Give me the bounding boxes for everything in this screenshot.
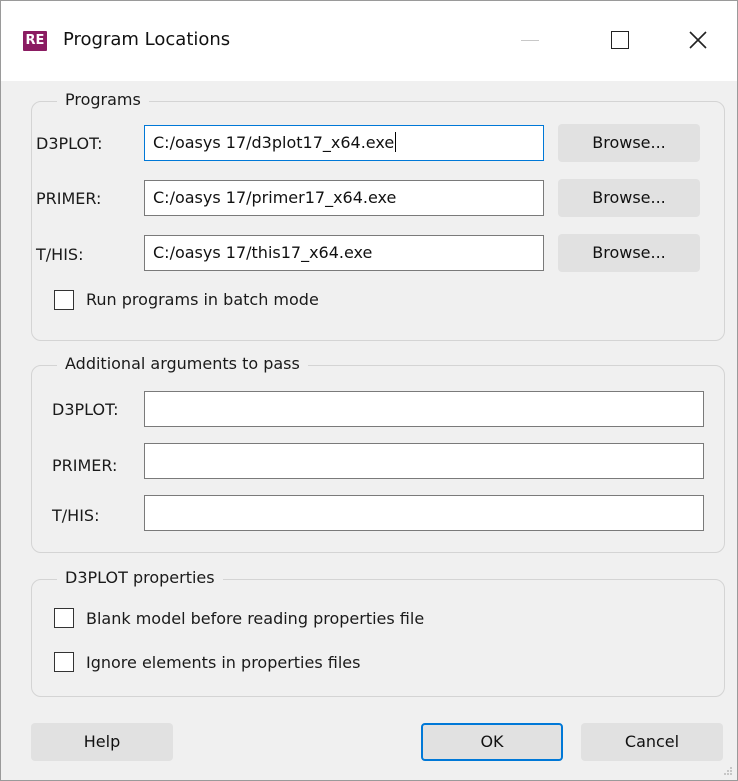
programs-legend: Programs xyxy=(57,90,149,109)
app-logo-icon: RE xyxy=(23,31,47,51)
resize-grip-icon[interactable] xyxy=(723,766,733,776)
d3plot-browse-button[interactable]: Browse... xyxy=(558,124,700,162)
d3plot-properties-group: D3PLOT properties Blank model before rea… xyxy=(31,568,725,697)
arguments-group: Additional arguments to pass D3PLOT: PRI… xyxy=(31,354,725,553)
d3plot-args-label: D3PLOT: xyxy=(52,400,119,419)
this-label: T/HIS: xyxy=(36,245,84,264)
d3plot-args-input[interactable] xyxy=(144,391,704,427)
title-bar[interactable]: RE Program Locations xyxy=(1,1,737,81)
this-path-value: C:/oasys 17/this17_x64.exe xyxy=(153,243,373,262)
primer-args-label: PRIMER: xyxy=(52,456,118,475)
ignore-elements-label[interactable]: Ignore elements in properties files xyxy=(86,653,360,672)
minimize-icon[interactable] xyxy=(507,23,553,57)
d3plot-properties-legend: D3PLOT properties xyxy=(57,568,223,587)
blank-model-label[interactable]: Blank model before reading properties fi… xyxy=(86,609,424,628)
this-args-label: T/HIS: xyxy=(52,506,100,525)
primer-label: PRIMER: xyxy=(36,189,102,208)
this-path-input[interactable]: C:/oasys 17/this17_x64.exe xyxy=(144,235,544,271)
help-button[interactable]: Help xyxy=(31,723,173,761)
program-locations-dialog: RE Program Locations Programs D3PLOT: C:… xyxy=(0,0,738,781)
programs-group: Programs D3PLOT: C:/oasys 17/d3plot17_x6… xyxy=(31,90,725,341)
d3plot-path-input[interactable]: C:/oasys 17/d3plot17_x64.exe xyxy=(144,125,544,161)
batch-mode-checkbox[interactable] xyxy=(54,290,74,310)
this-args-input[interactable] xyxy=(144,495,704,531)
cancel-button[interactable]: Cancel xyxy=(581,723,723,761)
text-caret xyxy=(395,132,397,152)
window-title: Program Locations xyxy=(63,29,231,50)
ok-button[interactable]: OK xyxy=(421,723,563,761)
d3plot-path-value: C:/oasys 17/d3plot17_x64.exe xyxy=(153,133,395,152)
batch-mode-label[interactable]: Run programs in batch mode xyxy=(86,290,319,309)
primer-path-input[interactable]: C:/oasys 17/primer17_x64.exe xyxy=(144,180,544,216)
primer-args-input[interactable] xyxy=(144,443,704,479)
primer-browse-button[interactable]: Browse... xyxy=(558,179,700,217)
close-icon[interactable] xyxy=(675,23,721,57)
this-browse-button[interactable]: Browse... xyxy=(558,234,700,272)
arguments-legend: Additional arguments to pass xyxy=(57,354,308,373)
primer-path-value: C:/oasys 17/primer17_x64.exe xyxy=(153,188,397,207)
maximize-icon[interactable] xyxy=(597,23,643,57)
ignore-elements-checkbox[interactable] xyxy=(54,652,74,672)
d3plot-label: D3PLOT: xyxy=(36,134,103,153)
blank-model-checkbox[interactable] xyxy=(54,608,74,628)
